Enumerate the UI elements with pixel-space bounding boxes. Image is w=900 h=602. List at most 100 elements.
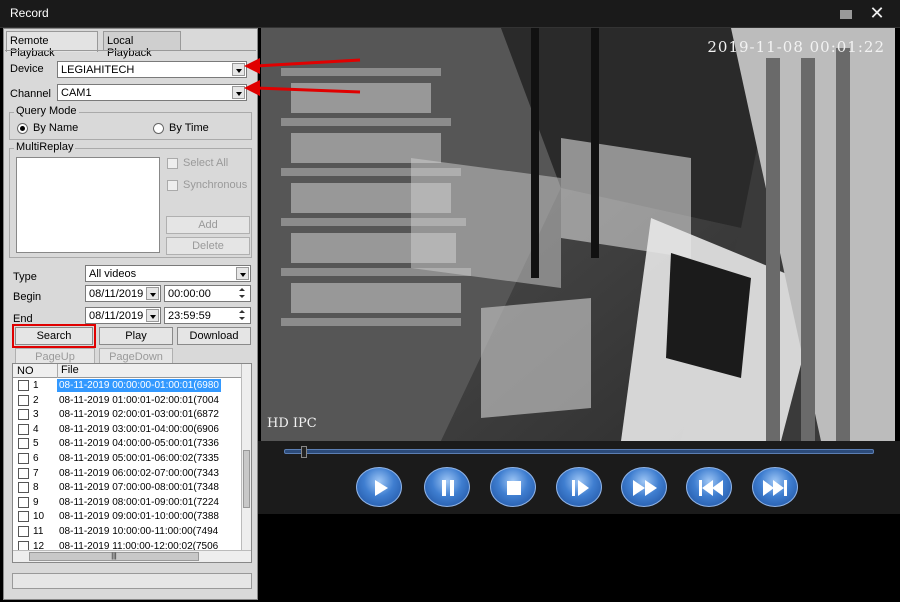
horizontal-scrollbar[interactable]: ||| [13,550,251,562]
row-file-name: 08-11-2019 04:00:00-05:00:01(7336 [59,438,219,450]
multireplay-label: MultiReplay [14,141,76,153]
by-time-radio[interactable] [153,123,164,134]
search-highlight-box [12,324,96,348]
row-checkbox[interactable] [18,394,29,406]
skip-back-icon [699,480,723,496]
row-number: 8 [33,482,39,494]
end-time-spinner[interactable]: 23:59:59 [164,307,251,324]
chevron-down-icon[interactable] [146,309,159,322]
chevron-down-icon[interactable] [232,86,245,99]
table-row[interactable]: 6 08-11-2019 05:00:01-06:00:02(7335 [13,452,243,466]
table-row[interactable]: 4 08-11-2019 03:00:01-04:00:00(6906 [13,423,243,437]
play-button[interactable]: Play [99,327,173,345]
query-mode-label: Query Mode [14,105,79,117]
status-field [12,573,252,589]
row-checkbox[interactable] [18,380,29,391]
skip-forward-control-button[interactable] [752,467,798,507]
type-value: All videos [89,268,137,280]
stop-control-button[interactable] [490,467,536,507]
table-row[interactable]: 5 08-11-2019 04:00:00-05:00:01(7336 [13,437,243,451]
step-forward-control-button[interactable] [556,467,602,507]
scroll-thumb[interactable]: ||| [29,552,199,561]
row-file-name: 08-11-2019 10:00:00-11:00:00(7494 [59,526,219,537]
row-number: 1 [33,380,39,391]
play-control-button[interactable] [356,467,402,507]
channel-label: Channel [10,88,51,100]
by-name-radio[interactable] [17,123,28,134]
close-icon[interactable]: ✕ [866,4,888,24]
end-date-picker[interactable]: 08/11/2019 [85,307,161,324]
file-list[interactable]: NO File 1 08-11-2019 00:00:00-01:00:01(69… [12,363,252,563]
table-row[interactable]: 10 08-11-2019 09:00:01-10:00:00(7388 [13,510,243,524]
row-file-name: 08-11-2019 06:00:02-07:00:00(7343 [59,467,219,479]
table-row[interactable]: 3 08-11-2019 02:00:01-03:00:01(6872 [13,408,243,422]
row-checkbox[interactable] [18,526,29,537]
table-row[interactable]: 11 08-11-2019 10:00:00-11:00:00(7494 [13,525,243,539]
synchronous-checkbox[interactable] [167,180,178,191]
step-forward-icon [572,480,589,496]
begin-time-spinner[interactable]: 00:00:00 [164,285,251,302]
row-number: 2 [33,394,39,406]
pause-control-button[interactable] [424,467,470,507]
add-button[interactable]: Add [166,216,250,234]
column-header-no[interactable]: NO [17,365,34,377]
row-file-name: 08-11-2019 00:00:00-01:00:01(6980 [57,379,221,392]
query-mode-group: Query Mode By Name By Time [9,105,252,140]
tab-local-playback[interactable]: Local Playback [103,31,181,59]
multireplay-list[interactable] [16,157,160,253]
select-all-checkbox[interactable] [167,158,178,169]
table-row[interactable]: 9 08-11-2019 08:00:01-09:00:01(7224 [13,496,243,510]
chevron-down-icon[interactable] [146,287,159,300]
begin-date-picker[interactable]: 08/11/2019 [85,285,161,302]
table-row[interactable]: 7 08-11-2019 06:00:02-07:00:00(7343 [13,467,243,481]
row-checkbox[interactable] [18,409,29,421]
row-number: 7 [33,467,39,479]
empty-area [258,514,900,602]
tab-remote-playback[interactable]: Remote Playback [6,31,98,59]
row-file-name: 08-11-2019 09:00:01-10:00:00(7388 [59,511,219,523]
row-checkbox[interactable] [18,453,29,464]
chevron-down-icon[interactable] [236,267,249,280]
row-checkbox[interactable] [18,423,29,435]
type-select[interactable]: All videos [85,265,251,282]
fast-forward-control-button[interactable] [621,467,667,507]
row-checkbox[interactable] [18,467,29,479]
row-checkbox[interactable] [18,482,29,494]
device-value: LEGIAHITECH [61,64,135,76]
chevron-down-icon[interactable] [232,63,245,76]
minimize-icon[interactable] [836,4,858,24]
table-row[interactable]: 8 08-11-2019 07:00:00-08:00:01(7348 [13,481,243,495]
download-button[interactable]: Download [177,327,251,345]
video-viewport[interactable]: 2019-11-08 00:01:22 HD IPC [261,28,895,441]
column-header-file[interactable]: File [57,364,79,378]
delete-button[interactable]: Delete [166,237,250,255]
channel-select[interactable]: CAM1 [57,84,247,101]
vertical-scrollbar[interactable] [241,364,251,552]
table-row[interactable]: 2 08-11-2019 01:00:01-02:00:01(7004 [13,394,243,408]
row-file-name: 08-11-2019 08:00:01-09:00:01(7224 [59,496,219,508]
device-label: Device [10,63,44,75]
scroll-thumb[interactable] [243,450,250,508]
row-checkbox[interactable] [18,496,29,508]
row-file-name: 08-11-2019 01:00:01-02:00:01(7004 [59,394,219,406]
play-icon [375,480,388,496]
skip-back-control-button[interactable] [686,467,732,507]
camera-frame-image [261,28,895,441]
synchronous-label: Synchronous [183,179,248,191]
row-checkbox[interactable] [18,511,29,523]
device-select[interactable]: LEGIAHITECH [57,61,247,78]
slider-handle[interactable] [301,446,307,458]
begin-label: Begin [13,291,42,303]
row-checkbox[interactable] [18,438,29,450]
spinner-arrows-icon[interactable] [236,309,249,322]
multireplay-group: MultiReplay Select All Synchronous Add D… [9,141,252,258]
row-file-name: 08-11-2019 03:00:01-04:00:00(6906 [59,423,219,435]
row-number: 6 [33,453,39,464]
tab-bar: Remote Playback Local Playback [4,31,259,59]
spinner-arrows-icon[interactable] [236,287,249,300]
end-time-value: 23:59:59 [168,310,211,322]
table-row[interactable]: 1 08-11-2019 00:00:00-01:00:01(6980 [13,379,243,393]
select-all-label: Select All [183,157,229,169]
playback-progress-slider[interactable] [284,446,874,458]
left-panel: Remote Playback Local Playback Device LE… [3,28,258,600]
